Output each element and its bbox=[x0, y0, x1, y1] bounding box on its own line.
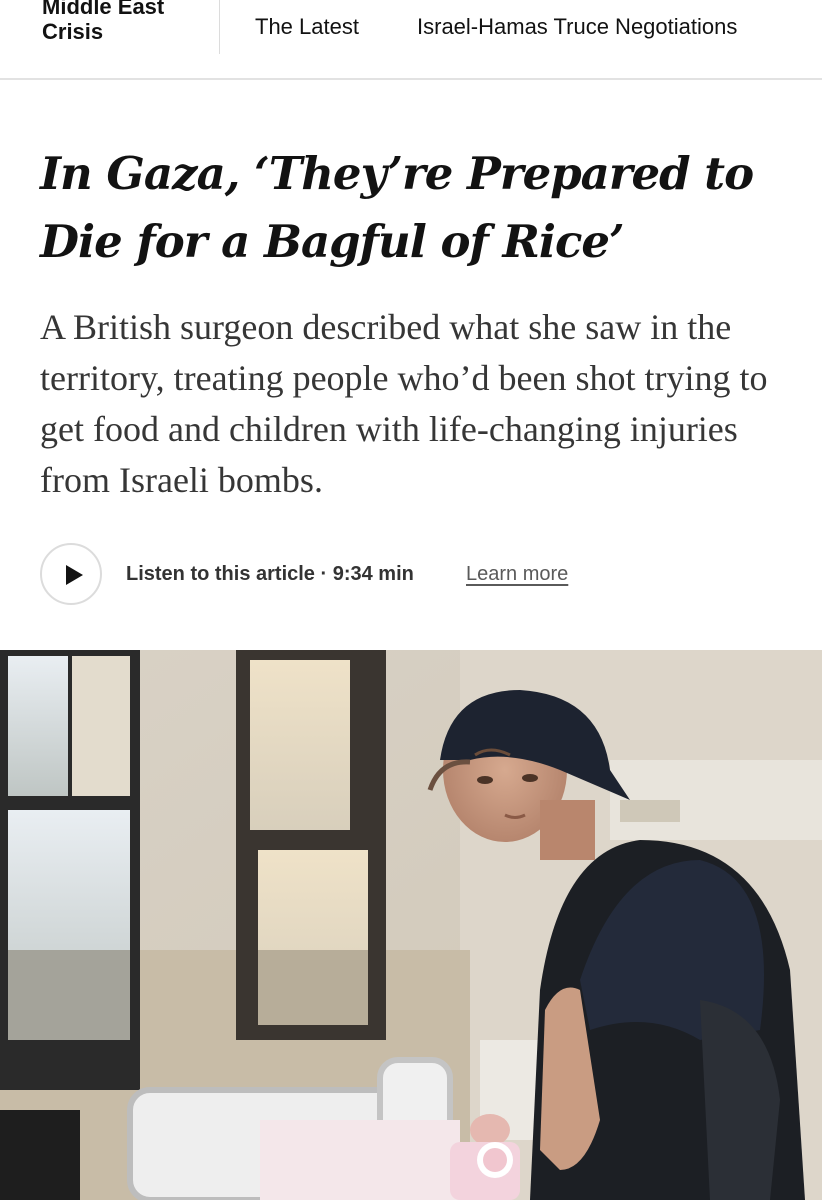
play-icon bbox=[66, 565, 83, 585]
nav-link-latest[interactable]: The Latest bbox=[255, 14, 359, 40]
article-summary: A British surgeon described what she saw… bbox=[40, 307, 768, 500]
article-headline: In Gaza, ‘They’re Prepared to Die for a … bbox=[40, 147, 754, 268]
audio-player: Listen to this article · 9:34 min Learn … bbox=[40, 543, 740, 609]
learn-more-link[interactable]: Learn more bbox=[466, 563, 568, 586]
nav-divider bbox=[219, 0, 220, 54]
hospital-room-image bbox=[0, 650, 822, 1200]
section-title[interactable]: Middle East Crisis bbox=[42, 0, 212, 44]
article-photo bbox=[0, 650, 822, 1200]
nav-link-truce-negotiations[interactable]: Israel-Hamas Truce Negotiations bbox=[417, 14, 737, 40]
top-navigation: Middle East Crisis The Latest Israel-Ham… bbox=[0, 0, 822, 80]
play-button[interactable] bbox=[40, 543, 102, 605]
listen-label: Listen to this article · 9:34 min bbox=[126, 563, 414, 585]
